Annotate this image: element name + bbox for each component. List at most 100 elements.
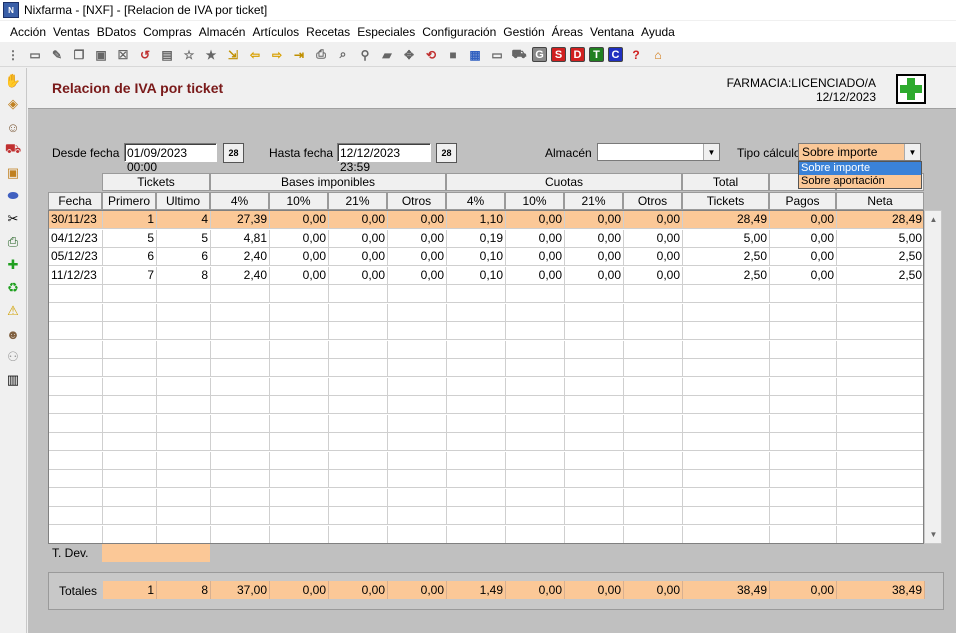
menu-item-11[interactable]: Ventana	[590, 25, 641, 39]
tipo-select[interactable]: Sobre importe ▼	[798, 143, 921, 161]
printer-icon[interactable]: ⎙	[3, 232, 23, 252]
add-button[interactable]	[896, 74, 926, 104]
table-cell	[270, 377, 329, 396]
undo-icon[interactable]: ↺	[136, 46, 154, 64]
arrow-left-icon[interactable]: ⇦	[246, 46, 264, 64]
warning-icon[interactable]: ⚠	[3, 301, 23, 321]
scroll-down-icon[interactable]: ▼	[926, 527, 941, 542]
print-icon[interactable]: ⎙	[312, 46, 330, 64]
menu-item-10[interactable]: Áreas	[552, 25, 590, 39]
table-row[interactable]	[49, 507, 923, 525]
menu-item-1[interactable]: Ventas	[53, 25, 97, 39]
d-button[interactable]: D	[570, 47, 585, 62]
table-row[interactable]	[49, 285, 923, 303]
chevron-down-icon[interactable]: ▼	[904, 144, 920, 160]
delete-icon[interactable]: ☒	[114, 46, 132, 64]
table-row[interactable]	[49, 303, 923, 322]
export-icon[interactable]: ⇥	[290, 46, 308, 64]
cart-icon[interactable]: ⛟	[510, 46, 528, 64]
table-row[interactable]: 04/12/23 5 5 4,81 0,00 0,00 0,00 0,19 0,00 0,00 0,…	[49, 229, 923, 248]
card-icon[interactable]: ▭	[488, 46, 506, 64]
table-row[interactable]	[49, 359, 923, 377]
menu-item-2[interactable]: BDatos	[97, 25, 143, 39]
g-button[interactable]: G	[532, 47, 547, 62]
recycle-icon[interactable]: ♻	[3, 278, 23, 298]
home-icon[interactable]: ⌂	[649, 46, 667, 64]
plus-side-icon[interactable]: ✚	[3, 255, 23, 275]
menu-item-0[interactable]: Acción	[10, 25, 53, 39]
users-icon[interactable]: ☻	[3, 324, 23, 344]
table-row[interactable]	[49, 525, 923, 543]
pin-icon[interactable]: ⚲	[356, 46, 374, 64]
edit-icon[interactable]: ✎	[48, 46, 66, 64]
table-cell	[624, 470, 683, 488]
table-row[interactable]	[49, 377, 923, 396]
scissors-icon[interactable]: ✂	[3, 209, 23, 229]
table-row[interactable]	[49, 433, 923, 451]
star-icon[interactable]: ★	[202, 46, 220, 64]
group-icon[interactable]: ⚇	[3, 347, 23, 367]
chevron-down-icon[interactable]: ▼	[703, 144, 719, 160]
c-button[interactable]: C	[608, 47, 623, 62]
table-cell	[506, 414, 565, 433]
table-row[interactable]: 11/12/23 7 8 2,40 0,00 0,00 0,00 0,10 0,00 0,00 0,…	[49, 266, 923, 285]
import-icon[interactable]: ⇲	[224, 46, 242, 64]
box-icon[interactable]: ▣	[3, 163, 23, 183]
table-row[interactable]	[49, 340, 923, 359]
table-row[interactable]	[49, 322, 923, 340]
tag-icon[interactable]: ◈	[3, 94, 23, 114]
document-icon[interactable]: ▤	[158, 46, 176, 64]
table-row[interactable]	[49, 488, 923, 507]
desde-input[interactable]: 01/09/2023 00:00	[124, 143, 217, 174]
menu-item-5[interactable]: Artículos	[252, 25, 306, 39]
copy-icon[interactable]: ❐	[70, 46, 88, 64]
person-icon[interactable]: ☺	[3, 117, 23, 137]
menu-item-4[interactable]: Almacén	[199, 25, 253, 39]
option-sobre-importe[interactable]: Sobre importe	[799, 162, 921, 175]
calendar-desde-icon[interactable]: 28	[223, 143, 244, 163]
table-cell	[388, 396, 447, 414]
table-row[interactable]	[49, 451, 923, 470]
move-icon[interactable]: ✥	[400, 46, 418, 64]
menu-item-8[interactable]: Configuración	[422, 25, 503, 39]
table-cell	[329, 451, 388, 470]
almacen-select[interactable]: ▼	[597, 143, 720, 161]
table-cell	[565, 285, 624, 303]
menu-item-12[interactable]: Ayuda	[641, 25, 682, 39]
stack-icon[interactable]: ▰	[378, 46, 396, 64]
calendar-hasta-icon[interactable]: 28	[436, 143, 457, 163]
menu-item-7[interactable]: Especiales	[357, 25, 422, 39]
clipboard-icon[interactable]: ▦	[466, 46, 484, 64]
table-row[interactable]	[49, 396, 923, 414]
menu-item-9[interactable]: Gestión	[503, 25, 551, 39]
scroll-up-icon[interactable]: ▲	[926, 212, 941, 227]
table-cell	[49, 377, 103, 396]
help-icon[interactable]: ?	[627, 46, 645, 64]
table-row[interactable]	[49, 414, 923, 433]
menu-item-6[interactable]: Recetas	[306, 25, 357, 39]
hasta-input[interactable]: 12/12/2023 23:59	[337, 143, 431, 174]
table-cell	[157, 488, 211, 507]
hand-icon[interactable]: ✋	[3, 71, 23, 91]
table-row[interactable]	[49, 470, 923, 488]
cart-side-icon[interactable]: ⛟	[3, 140, 23, 160]
pill-icon[interactable]: ⬬	[3, 186, 23, 206]
s-button[interactable]: S	[551, 47, 566, 62]
option-sobre-aportacion[interactable]: Sobre aportación	[799, 175, 921, 188]
almacen-label: Almacén	[545, 146, 592, 160]
star-outline-icon[interactable]: ☆	[180, 46, 198, 64]
new-icon[interactable]: ▭	[26, 46, 44, 64]
search-icon[interactable]: ⌕	[334, 46, 352, 64]
table-row[interactable]: 30/11/23 1 4 27,39 0,00 0,00 0,00 1,10 0,00 0,00 0…	[49, 211, 923, 229]
save-icon[interactable]: ▣	[92, 46, 110, 64]
arrow-right-icon[interactable]: ⇨	[268, 46, 286, 64]
barcode-icon[interactable]: ▥	[3, 370, 23, 390]
table-row[interactable]: 05/12/23 6 6 2,40 0,00 0,00 0,00 0,10 0,00 0,00 0,…	[49, 248, 923, 266]
vertical-scrollbar[interactable]: ▲ ▼	[924, 210, 942, 544]
stop-icon[interactable]: ■	[444, 46, 462, 64]
menu-item-3[interactable]: Compras	[143, 25, 199, 39]
refresh-icon[interactable]: ⟲	[422, 46, 440, 64]
table-cell	[447, 377, 506, 396]
table-cell	[837, 470, 923, 488]
t-button[interactable]: T	[589, 47, 604, 62]
